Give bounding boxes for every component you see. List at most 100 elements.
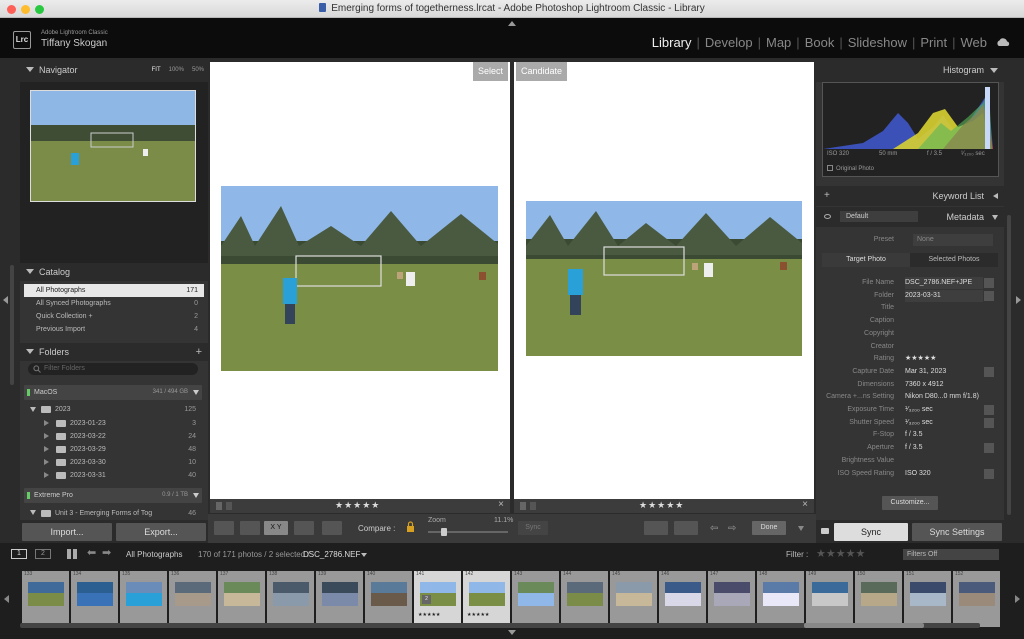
filmstrip-thumbnail[interactable]: 135 <box>120 571 167 627</box>
metadata-row[interactable]: Caption <box>820 315 996 327</box>
reject-flag-icon[interactable] <box>226 502 232 510</box>
metadata-action-icon[interactable] <box>984 468 994 479</box>
catalog-item-previous-import[interactable]: Previous Import 4 <box>24 323 204 336</box>
folder-filter-input[interactable]: Filter Folders <box>28 363 198 375</box>
metadata-value[interactable]: f / 3.5 <box>905 442 983 454</box>
disclosure-triangle-icon[interactable] <box>30 510 36 515</box>
catalog-header[interactable]: Catalog <box>20 263 208 281</box>
histogram-header[interactable]: Histogram <box>816 58 1004 82</box>
left-panel-toggle-icon[interactable] <box>3 296 8 304</box>
filmstrip-thumbnail[interactable]: 150 <box>855 571 902 627</box>
filename-chevron-icon[interactable] <box>361 553 367 557</box>
filmstrip-source[interactable]: All Photographs <box>126 550 182 559</box>
folder-2023-03-22[interactable]: 2023-03-22 24 <box>24 430 202 443</box>
filmstrip-filename[interactable]: DSC_2786.NEF <box>303 550 360 559</box>
zoom-fit[interactable]: FIT <box>152 67 161 73</box>
filmstrip-toggle-icon[interactable] <box>508 630 516 635</box>
module-book[interactable]: Book <box>804 35 836 50</box>
filmstrip-thumbnail[interactable]: 139 <box>316 571 363 627</box>
metadata-action-icon[interactable] <box>984 417 994 428</box>
module-develop[interactable]: Develop <box>704 35 754 50</box>
folder-unit-3[interactable]: Unit 3 - Emerging Forms of Tog 46 <box>24 507 202 517</box>
filmstrip-thumbnail[interactable]: 151 <box>904 571 951 627</box>
metadata-value[interactable]: ¹⁄₃₂₀₀ sec <box>905 404 983 416</box>
grid-view-icon[interactable] <box>214 521 234 535</box>
metadata-preset-select[interactable]: Default <box>840 211 918 222</box>
filmstrip-thumbnail[interactable]: 147 <box>708 571 755 627</box>
metadata-row[interactable]: Capture Date Mar 31, 2023 <box>820 366 996 378</box>
folders-header[interactable]: Folders + <box>20 343 208 361</box>
flag-icon[interactable] <box>216 502 222 510</box>
chevron-down-icon[interactable] <box>193 390 199 395</box>
sync-settings-button[interactable]: Sync Settings <box>912 523 1002 541</box>
zoom-slider-knob[interactable] <box>441 528 448 536</box>
metadata-row[interactable]: Rating ★★★★★ <box>820 353 996 365</box>
zoom-100[interactable]: 100% <box>169 67 184 73</box>
filmstrip-scrollbar[interactable] <box>20 623 980 628</box>
metadata-row[interactable]: Title <box>820 302 996 314</box>
eye-icon[interactable] <box>824 214 831 219</box>
disclosure-triangle-icon[interactable] <box>44 472 49 478</box>
filmstrip-thumbnail[interactable]: 133 <box>22 571 69 627</box>
disclosure-triangle-icon[interactable] <box>30 407 36 412</box>
original-photo-checkbox[interactable]: Original Photo <box>827 165 874 172</box>
metadata-row[interactable]: Creator <box>820 341 996 353</box>
module-map[interactable]: Map <box>765 35 792 50</box>
done-button[interactable]: Done <box>752 521 786 535</box>
filter-stars[interactable]: ★★★★★ <box>816 547 865 560</box>
metadata-value[interactable]: ISO 320 <box>905 468 983 480</box>
metadata-value[interactable]: Mar 31, 2023 <box>905 366 983 378</box>
filmstrip-thumbnail[interactable]: 140 <box>365 571 412 627</box>
metadata-action-icon[interactable] <box>984 443 994 454</box>
filmstrip-thumbnail[interactable]: 143 <box>512 571 559 627</box>
right-panel-toggle-icon[interactable] <box>1016 296 1021 304</box>
metadata-action-icon[interactable] <box>984 290 994 301</box>
filmstrip-thumbnail[interactable]: 148 <box>757 571 804 627</box>
sync-compare-button[interactable]: Sync <box>518 521 548 535</box>
volume-macos[interactable]: MacOS 341 / 494 GB <box>24 385 202 400</box>
metadata-row[interactable]: Copyright <box>820 328 996 340</box>
module-print[interactable]: Print <box>919 35 948 50</box>
filmstrip-thumbnail[interactable]: 134 <box>71 571 118 627</box>
filmstrip-thumbnail[interactable]: 136 <box>169 571 216 627</box>
expanded-triangle-icon[interactable] <box>992 215 998 220</box>
zoom-50[interactable]: 50% <box>192 67 204 73</box>
metadata-action-icon[interactable] <box>984 366 994 377</box>
metadata-row[interactable]: File Name DSC_2786.NEF+JPE <box>820 277 996 289</box>
metadata-action-icon[interactable] <box>984 405 994 415</box>
metadata-value[interactable]: 2023-03-31 <box>905 289 983 302</box>
filmstrip-thumbnail[interactable]: 137 <box>218 571 265 627</box>
metadata-row[interactable]: F-Stop f / 3.5 <box>820 429 996 441</box>
grid-icon[interactable] <box>67 549 77 559</box>
filmstrip-thumbnail[interactable]: 145 <box>610 571 657 627</box>
disclosure-triangle-icon[interactable] <box>44 459 49 465</box>
module-library[interactable]: Library <box>651 35 693 50</box>
main-window-button[interactable]: 1 <box>11 549 27 559</box>
flag-icon[interactable] <box>520 502 526 510</box>
folder-2023[interactable]: 2023 125 <box>24 403 202 416</box>
checkbox-icon[interactable] <box>827 165 833 171</box>
metadata-row[interactable]: Brightness Value <box>820 455 996 467</box>
catalog-item-quick-collection[interactable]: Quick Collection + 2 <box>24 310 204 323</box>
histogram[interactable]: ISO 320 50 mm f / 3.5 ¹⁄₃₂₀₀ sec Origina… <box>822 82 999 177</box>
arrow-left-icon[interactable]: ⇦ <box>710 523 718 534</box>
header-toggle-icon[interactable] <box>508 21 516 26</box>
people-view-icon[interactable] <box>322 521 342 535</box>
candidate-stars[interactable]: ★★★★★ <box>639 500 684 511</box>
folder-2023-03-29[interactable]: 2023-03-29 48 <box>24 443 202 456</box>
toolbar-menu-chevron-icon[interactable] <box>798 526 804 531</box>
filmstrip-thumbnail[interactable]: 149 <box>806 571 853 627</box>
secondary-window-button[interactable]: 2 <box>35 549 51 559</box>
disclosure-triangle-icon[interactable] <box>44 446 49 452</box>
filmstrip-scroll-right-icon[interactable] <box>1015 595 1020 603</box>
sync-switch-icon[interactable] <box>821 528 829 534</box>
make-select-icon[interactable] <box>674 521 698 535</box>
metadata-value[interactable]: DSC_2786.NEF+JPE <box>905 277 983 289</box>
swap-icon[interactable] <box>644 521 668 535</box>
filmstrip-thumbnail[interactable]: 142 ★★★★★ <box>463 571 510 627</box>
compare-view-button[interactable]: X Y <box>264 521 288 535</box>
forward-arrow-icon[interactable]: ➡ <box>102 546 111 559</box>
select-stars[interactable]: ★★★★★ <box>335 500 380 511</box>
volume-extreme-pro[interactable]: Extreme Pro 0.9 / 1 TB <box>24 488 202 503</box>
filmstrip-thumbnail[interactable]: 138 <box>267 571 314 627</box>
